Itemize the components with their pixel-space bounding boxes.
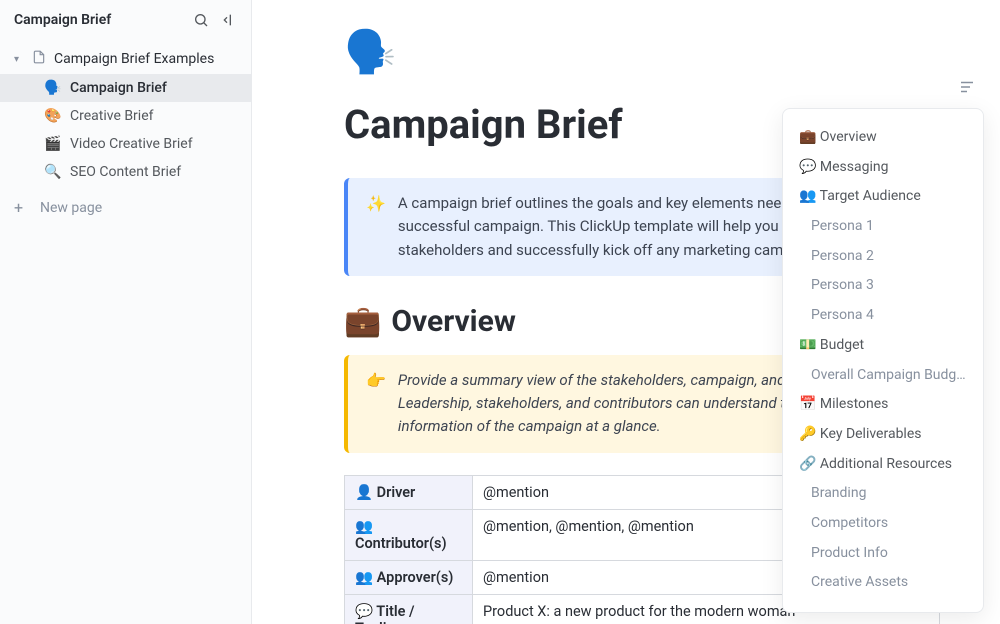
page-tree: ▾ Campaign Brief Examples 🗣️ Campaign Bri… (0, 40, 251, 228)
sidebar-item-icon: 🎬 (44, 136, 60, 152)
toc-toggle-icon[interactable] (958, 78, 976, 100)
sidebar-item[interactable]: 🔍 SEO Content Brief (0, 158, 251, 186)
chevron-down-icon[interactable]: ▾ (14, 54, 24, 65)
collapse-sidebar-icon[interactable] (221, 12, 237, 28)
main-content: 🗣️ Campaign Brief ✨ A campaign brief out… (252, 0, 1000, 624)
search-icon[interactable] (193, 12, 209, 28)
toc-item[interactable]: 📅 Milestones (783, 390, 983, 420)
workspace-title: Campaign Brief (14, 12, 111, 28)
sidebar-root-item[interactable]: ▾ Campaign Brief Examples (0, 44, 251, 74)
toc-item[interactable]: Product Info (783, 539, 983, 569)
sidebar-item[interactable]: 🎨 Creative Brief (0, 102, 251, 130)
sidebar-item-icon: 🎨 (44, 108, 60, 124)
toc-item[interactable]: 💵 Budget (783, 331, 983, 361)
toc-item[interactable]: Persona 2 (783, 242, 983, 272)
toc-item[interactable]: Persona 4 (783, 301, 983, 331)
toc-item[interactable]: Persona 1 (783, 212, 983, 242)
sidebar-item-icon: 🗣️ (44, 80, 60, 96)
sidebar: Campaign Brief ▾ Campaign Brief Examples… (0, 0, 252, 624)
toc-item[interactable]: Persona 3 (783, 271, 983, 301)
toc-item[interactable]: Overall Campaign Budget: $3,… (783, 361, 983, 391)
sidebar-item-label: Campaign Brief (70, 80, 167, 96)
plus-icon: + (14, 200, 28, 216)
toc-item[interactable]: Branding (783, 479, 983, 509)
doc-icon (32, 50, 46, 68)
briefcase-icon: 💼 (344, 304, 381, 339)
toc-item[interactable]: 💼 Overview (783, 123, 983, 153)
sidebar-header: Campaign Brief (0, 0, 251, 40)
sidebar-root-label: Campaign Brief Examples (54, 51, 214, 67)
row-label[interactable]: 💬 Title / Tagline (345, 594, 473, 624)
overview-heading-text: Overview (391, 304, 516, 339)
new-page-label: New page (40, 200, 102, 216)
page-icon[interactable]: 🗣️ (344, 28, 940, 77)
sidebar-item[interactable]: 🗣️ Campaign Brief (0, 74, 251, 102)
sidebar-item-label: Creative Brief (70, 108, 154, 124)
row-label[interactable]: 👤 Driver (345, 475, 473, 509)
toc-item[interactable]: 👥 Target Audience (783, 182, 983, 212)
toc-item[interactable]: 💬 Messaging (783, 153, 983, 183)
toc-item[interactable]: 🔑 Key Deliverables (783, 420, 983, 450)
toc-item[interactable]: Competitors (783, 509, 983, 539)
new-page-button[interactable]: + New page (0, 192, 251, 224)
toc-panel: 💼 Overview💬 Messaging👥 Target AudiencePe… (782, 108, 984, 613)
row-label[interactable]: 👥 Contributor(s) (345, 509, 473, 560)
sidebar-item[interactable]: 🎬 Video Creative Brief (0, 130, 251, 158)
pointing-icon: 👉 (366, 369, 386, 439)
toc-item[interactable]: 🔗 Additional Resources (783, 450, 983, 480)
sidebar-item-icon: 🔍 (44, 164, 60, 180)
sparkle-icon: ✨ (366, 192, 386, 262)
toc-item[interactable]: Creative Assets (783, 568, 983, 598)
sidebar-item-label: SEO Content Brief (70, 164, 181, 180)
row-label[interactable]: 👥 Approver(s) (345, 560, 473, 594)
sidebar-item-label: Video Creative Brief (70, 136, 193, 152)
